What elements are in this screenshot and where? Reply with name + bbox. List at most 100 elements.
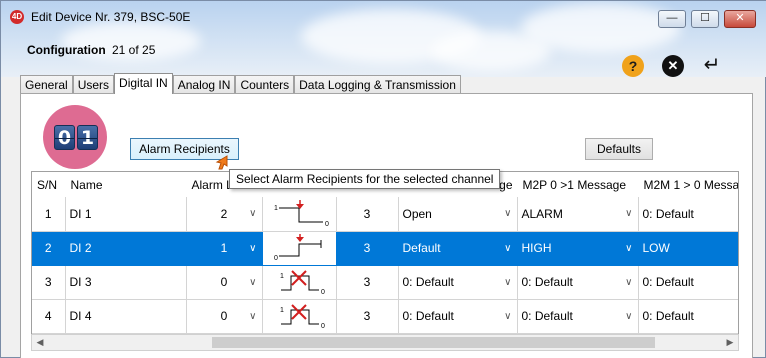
tab-general[interactable]: General	[20, 75, 73, 94]
message-select[interactable]: Open ∨	[398, 197, 518, 232]
m2p-message-select[interactable]: HIGH ∨	[517, 231, 639, 266]
table-row[interactable]: 2 DI 2 1 ∨ 0 3 Default ∨ HIGH ∨ LOW	[32, 231, 738, 266]
mouse-cursor-icon	[215, 155, 228, 170]
chevron-down-icon[interactable]: ∨	[625, 311, 632, 322]
chevron-down-icon[interactable]: ∨	[504, 208, 511, 219]
column-header-m2m[interactable]: M2M 1 > 0 Message	[638, 172, 738, 197]
column-header-name[interactable]: Name	[65, 172, 187, 197]
m2p-message-value: HIGH	[521, 241, 552, 255]
close-icon[interactable]: ✕	[662, 55, 684, 77]
row-sn: 1	[32, 197, 66, 232]
m2p-message-select[interactable]: 0: Default ∨	[517, 299, 639, 334]
message-select[interactable]: Default ∨	[398, 231, 518, 266]
chevron-down-icon[interactable]: ∨	[249, 311, 256, 322]
m2m-message-select[interactable]: 0: Default	[638, 197, 738, 232]
m2p-message-value: ALARM	[521, 206, 563, 221]
m2m-message-value: 0: Default	[642, 275, 694, 289]
svg-text:1: 1	[274, 205, 278, 212]
row-value[interactable]: 3	[336, 197, 399, 232]
chevron-down-icon[interactable]: ∨	[504, 311, 511, 322]
enter-icon[interactable]: ↵	[701, 54, 723, 76]
chevron-down-icon[interactable]: ∨	[625, 208, 632, 219]
alarm-level-value: 2	[220, 206, 228, 221]
svg-text:0: 0	[325, 221, 329, 228]
svg-text:1: 1	[280, 273, 284, 280]
svg-text:0: 0	[321, 289, 325, 296]
edge-trigger-diagram[interactable]: 0	[262, 231, 337, 266]
row-sn: 4	[32, 299, 66, 334]
chevron-down-icon[interactable]: ∨	[625, 277, 632, 288]
tab-data-logging[interactable]: Data Logging & Transmission	[294, 75, 461, 94]
svg-text:0: 0	[321, 323, 325, 330]
m2m-message-select[interactable]: LOW	[638, 231, 738, 266]
row-value[interactable]: 3	[336, 231, 399, 266]
scroll-left-icon[interactable]: ◀	[33, 336, 47, 349]
row-sn: 3	[32, 265, 66, 300]
window-title: Edit Device Nr. 379, BSC-50E	[31, 10, 191, 24]
defaults-button[interactable]: Defaults	[585, 138, 653, 160]
minimize-button[interactable]: —	[658, 10, 686, 28]
m2p-message-select[interactable]: 0: Default ∨	[517, 265, 639, 300]
column-header-m2p[interactable]: M2P 0 >1 Message	[517, 172, 639, 197]
tab-digital-in[interactable]: Digital IN	[114, 73, 173, 94]
m2p-message-select[interactable]: ALARM ∨	[517, 197, 639, 232]
maximize-button[interactable]: ☐	[691, 10, 719, 28]
chevron-down-icon[interactable]: ∨	[504, 243, 511, 254]
chevron-down-icon[interactable]: ∨	[249, 243, 256, 254]
message-select[interactable]: 0: Default ∨	[398, 299, 518, 334]
edge-trigger-diagram[interactable]: 10	[262, 197, 337, 232]
row-name[interactable]: DI 1	[65, 197, 187, 232]
tab-users[interactable]: Users	[72, 75, 115, 94]
chevron-down-icon[interactable]: ∨	[504, 277, 511, 288]
tab-strip: General Users Digital IN Analog IN Count…	[20, 73, 461, 94]
message-select[interactable]: 0: Default ∨	[398, 265, 518, 300]
column-header-sn[interactable]: S/N	[32, 172, 66, 197]
window-close-button[interactable]: ✕	[724, 10, 756, 28]
table-row[interactable]: 4 DI 4 0 ∨ 1 0 3 0: Default ∨ 0: Default ∨ 0: Defau…	[32, 299, 738, 334]
alarm-level-value: 0	[220, 275, 228, 289]
alarm-level-select[interactable]: 0 ∨	[186, 299, 263, 334]
title-bar: 4D Edit Device Nr. 379, BSC-50E — ☐ ✕	[1, 1, 766, 31]
chevron-down-icon[interactable]: ∨	[625, 243, 632, 254]
row-sn: 2	[32, 231, 66, 266]
message-value: 0: Default	[402, 309, 454, 323]
row-name[interactable]: DI 3	[65, 265, 187, 300]
alarm-level-value: 0	[220, 309, 228, 323]
tab-counters[interactable]: Counters	[235, 75, 295, 94]
app-logo-icon: 4D	[10, 10, 24, 24]
help-icon[interactable]: ?	[622, 55, 644, 77]
row-value[interactable]: 3	[336, 299, 399, 334]
m2m-message-select[interactable]: 0: Default	[638, 265, 738, 300]
table-row[interactable]: 3 DI 3 0 ∨ 1 0 3 0: Default ∨ 0: Default ∨ 0: Defau…	[32, 265, 738, 300]
channels-grid: S/N Name Alarm L ssage M2P 0 >1 Message …	[31, 171, 739, 335]
alarm-recipients-tooltip: Select Alarm Recipients for the selected…	[229, 169, 501, 189]
m2m-message-value: LOW	[642, 241, 670, 255]
badge-digit: 1	[77, 125, 98, 150]
message-value: Open	[402, 206, 432, 221]
edge-trigger-diagram[interactable]: 10	[262, 299, 337, 334]
alarm-level-select[interactable]: 0 ∨	[186, 265, 263, 300]
row-value[interactable]: 3	[336, 265, 399, 300]
chevron-down-icon[interactable]: ∨	[249, 277, 256, 288]
horizontal-scrollbar[interactable]: ◀ ▶	[31, 334, 739, 351]
message-value: Default	[402, 241, 441, 255]
table-row[interactable]: 1 DI 1 2 ∨ 1 0 3 Open ∨ ALARM ∨ 0: Default	[32, 197, 738, 232]
m2m-message-value: 0: Default	[642, 206, 694, 221]
svg-text:1: 1	[280, 307, 284, 314]
alarm-level-value: 1	[220, 241, 228, 255]
alarm-level-select[interactable]: 2 ∨	[186, 197, 263, 232]
scroll-right-icon[interactable]: ▶	[723, 336, 737, 349]
edge-trigger-diagram[interactable]: 10	[262, 265, 337, 300]
m2p-message-value: 0: Default	[521, 275, 573, 289]
badge-digit: 0	[54, 125, 75, 150]
digital-in-badge-icon: 0 1	[43, 105, 107, 169]
m2m-message-value: 0: Default	[642, 309, 694, 323]
row-name[interactable]: DI 4	[65, 299, 187, 334]
scrollbar-thumb[interactable]	[212, 337, 655, 348]
alarm-level-select[interactable]: 1 ∨	[186, 231, 263, 266]
tab-analog-in[interactable]: Analog IN	[172, 75, 236, 94]
m2p-message-value: 0: Default	[521, 309, 573, 323]
chevron-down-icon[interactable]: ∨	[249, 208, 256, 219]
m2m-message-select[interactable]: 0: Default	[638, 299, 738, 334]
row-name[interactable]: DI 2	[65, 231, 187, 266]
